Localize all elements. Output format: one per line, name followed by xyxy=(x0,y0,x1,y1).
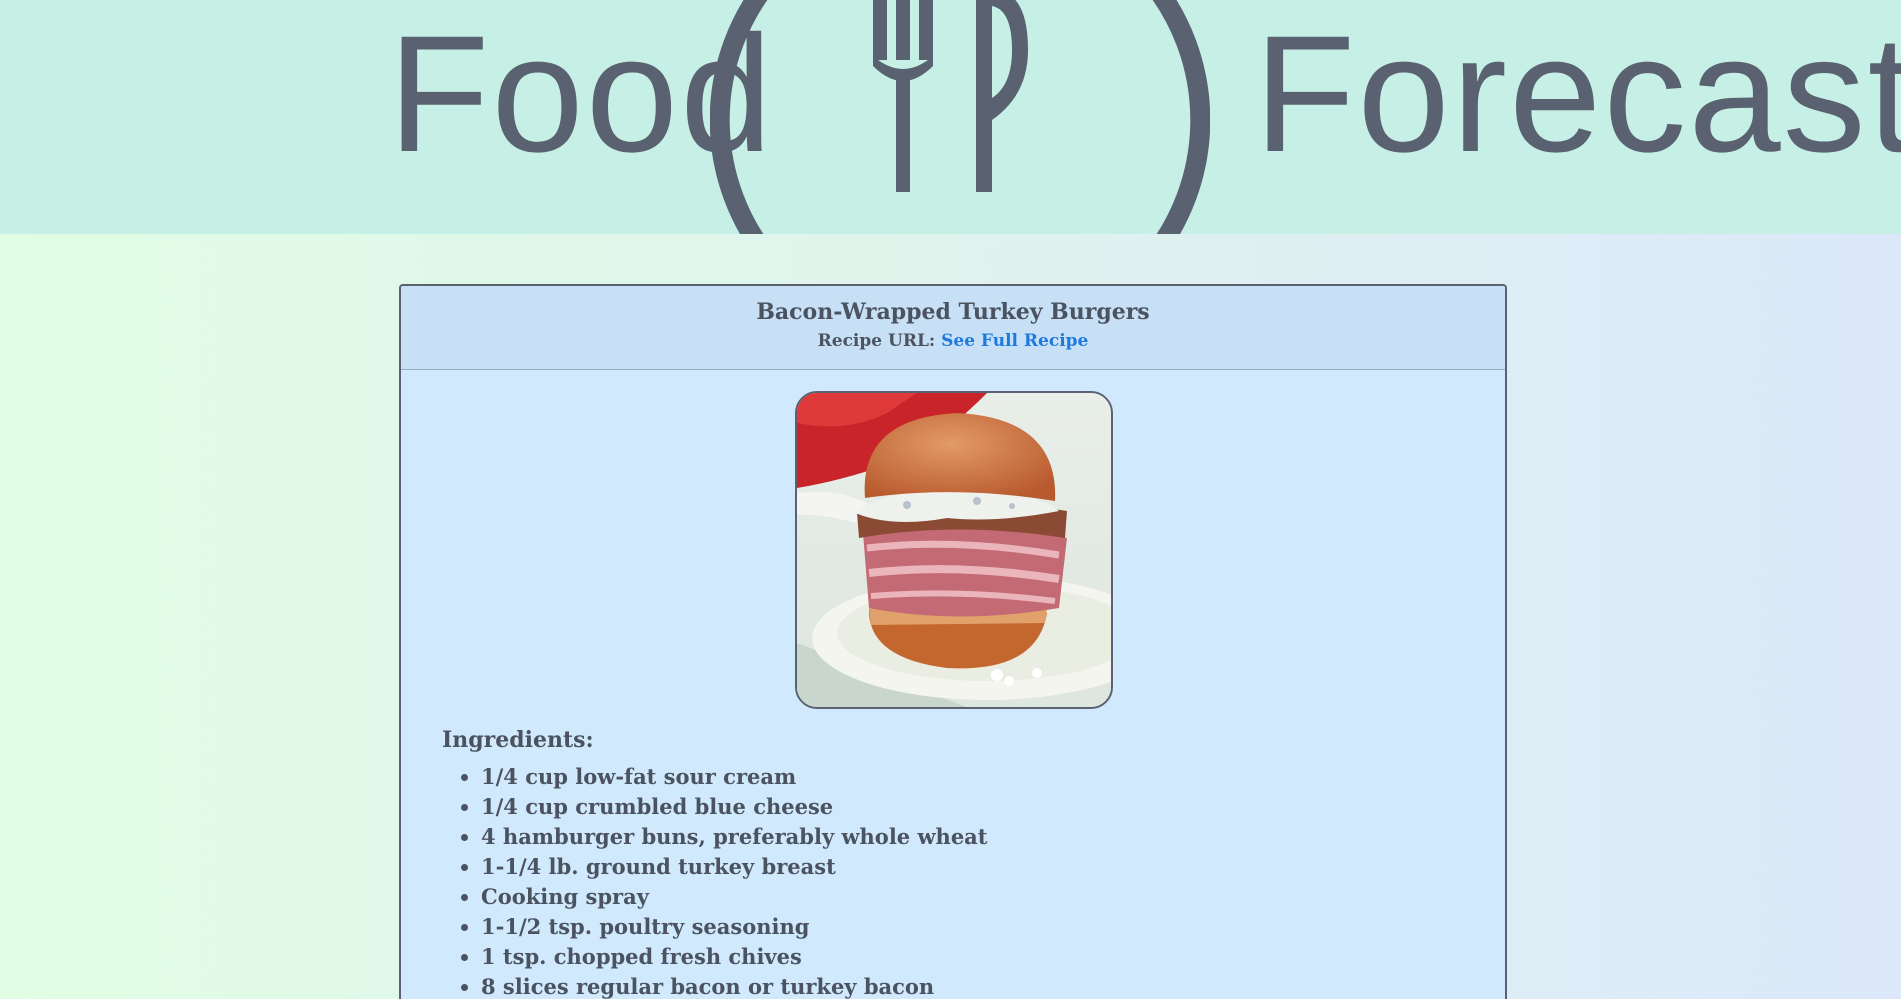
recipe-card: Bacon-Wrapped Turkey Burgers Recipe URL:… xyxy=(399,284,1507,999)
ingredients-list: 1/4 cup low-fat sour cream 1/4 cup crumb… xyxy=(441,762,987,999)
ingredient-item: 1/4 cup crumbled blue cheese xyxy=(481,792,987,822)
recipe-card-header: Bacon-Wrapped Turkey Burgers Recipe URL:… xyxy=(401,286,1505,370)
recipe-title: Bacon-Wrapped Turkey Burgers xyxy=(756,299,1150,325)
logo-text-forecaster: Forecaster xyxy=(1254,2,1901,187)
see-full-recipe-link[interactable]: See Full Recipe xyxy=(941,331,1088,351)
fork-and-spoon-plate-icon xyxy=(710,0,1210,234)
ingredient-item: 1/4 cup low-fat sour cream xyxy=(481,762,987,792)
burger-image xyxy=(797,393,1111,707)
ingredient-item: 1 tsp. chopped fresh chives xyxy=(481,942,987,972)
recipe-url-label: Recipe URL: xyxy=(817,331,936,351)
ingredient-item: Cooking spray xyxy=(481,882,987,912)
ingredient-item: 1-1/4 lb. ground turkey breast xyxy=(481,852,987,882)
site-header: Food Forecaster xyxy=(0,0,1901,234)
recipe-url-line: Recipe URL: See Full Recipe xyxy=(401,330,1505,352)
recipe-photo xyxy=(795,391,1113,709)
ingredient-item: 4 hamburger buns, preferably whole wheat xyxy=(481,822,987,852)
ingredients-heading: Ingredients: xyxy=(442,727,594,753)
ingredient-item: 1-1/2 tsp. poultry seasoning xyxy=(481,912,987,942)
ingredient-item: 8 slices regular bacon or turkey bacon xyxy=(481,972,987,999)
